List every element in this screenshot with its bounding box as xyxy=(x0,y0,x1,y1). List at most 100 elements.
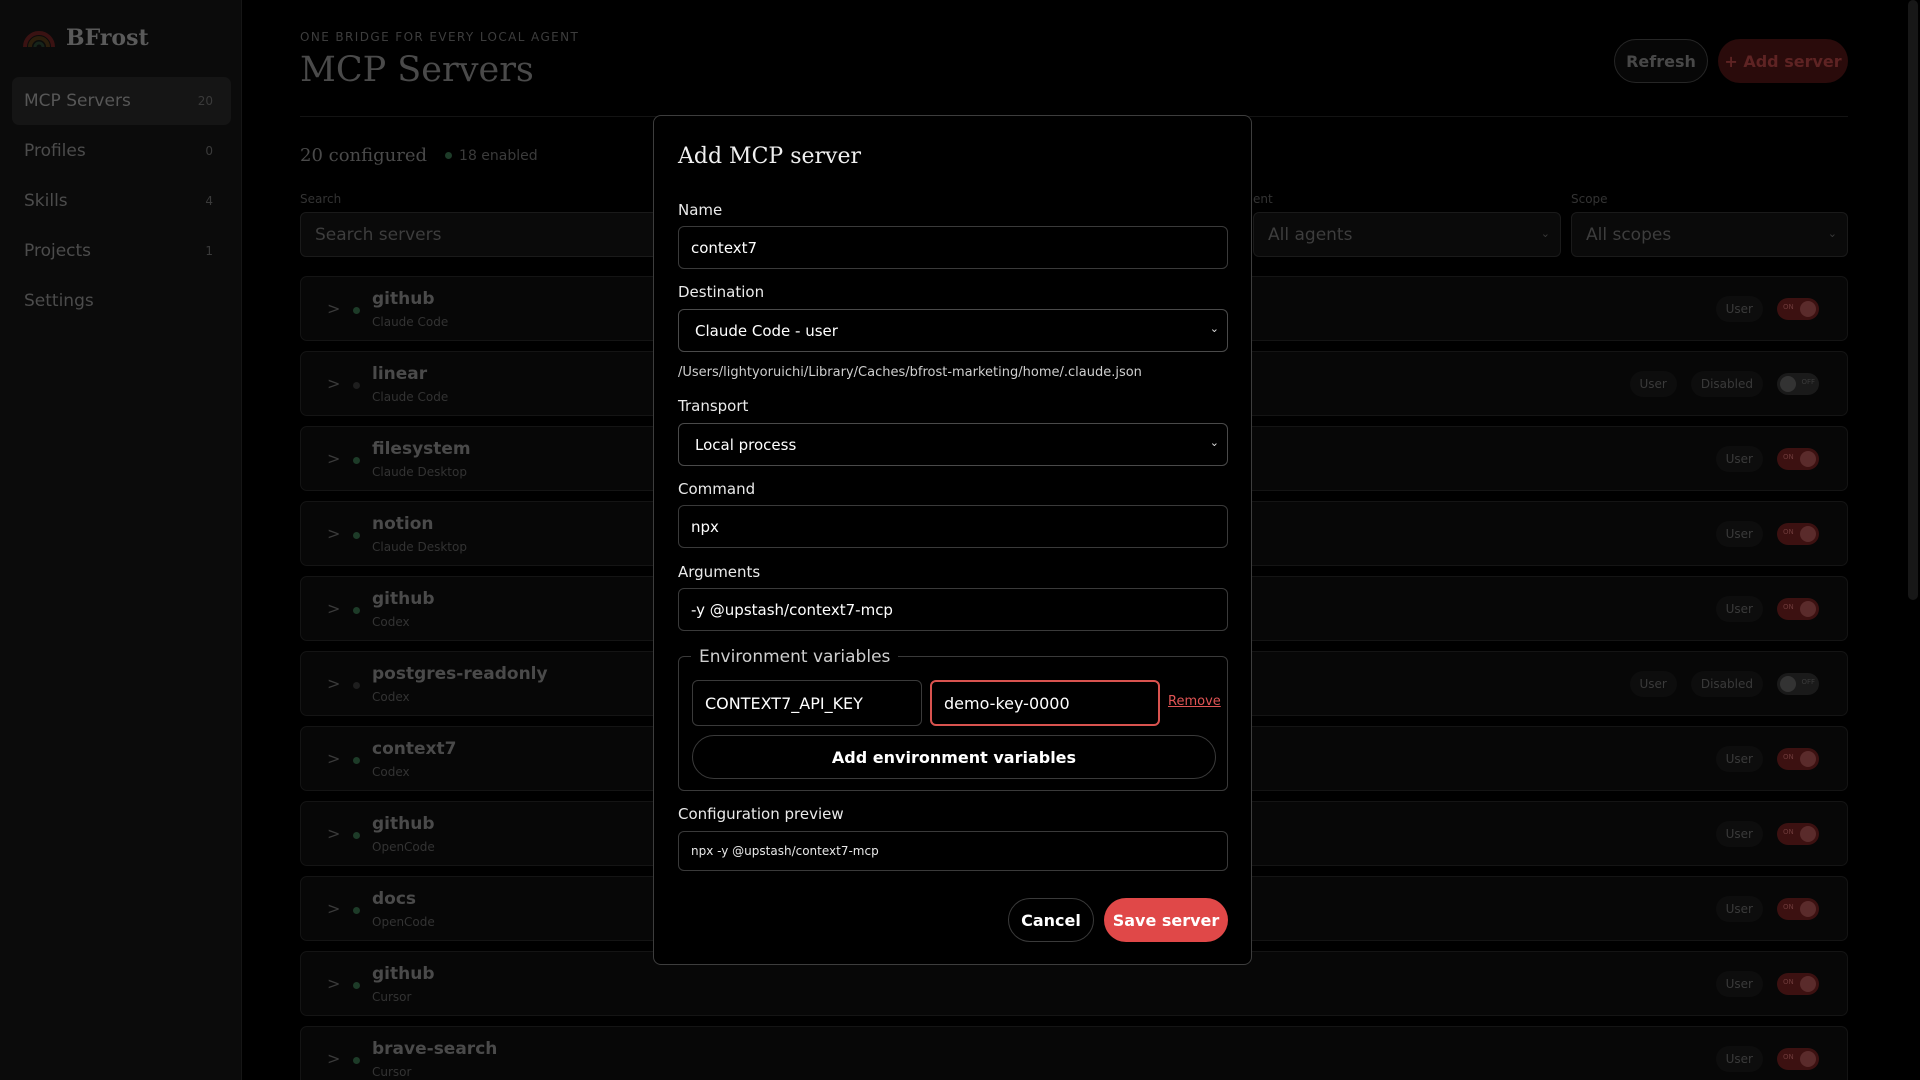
toggle-knob xyxy=(1800,301,1816,317)
server-row-controls: User ON xyxy=(1715,821,1819,847)
transport-select-value: Local process xyxy=(695,435,797,454)
status-dot-icon xyxy=(353,682,360,689)
chevron-right-icon[interactable]: > xyxy=(327,524,340,543)
chevron-right-icon[interactable]: > xyxy=(327,449,340,468)
sidebar-item-count: 4 xyxy=(205,194,213,208)
save-server-button[interactable]: Save server xyxy=(1104,898,1228,942)
enable-toggle[interactable]: ON xyxy=(1777,448,1819,470)
server-name: brave-search xyxy=(372,1039,498,1059)
status-badge: Disabled xyxy=(1690,671,1763,697)
brand[interactable]: BFrost xyxy=(22,22,149,54)
enable-toggle[interactable]: ON xyxy=(1777,523,1819,545)
summary: 20 configured 18 enabled xyxy=(300,145,538,166)
toggle-knob xyxy=(1800,826,1816,842)
page-eyebrow: ONE BRIDGE FOR EVERY LOCAL AGENT xyxy=(300,30,580,44)
server-row[interactable]: > brave-search Cursor User ON xyxy=(300,1026,1848,1080)
enable-toggle[interactable]: ON xyxy=(1777,898,1819,920)
sidebar-item-label: Settings xyxy=(24,291,94,311)
name-field[interactable]: context7 xyxy=(678,226,1228,269)
chevron-down-icon: ⌄ xyxy=(1209,436,1219,449)
server-name: context7 xyxy=(372,739,457,759)
server-row-controls: User Disabled OFF xyxy=(1629,671,1819,697)
server-agent: Claude Code xyxy=(372,390,449,404)
enable-toggle[interactable]: ON xyxy=(1777,748,1819,770)
scope-select[interactable]: All scopes ⌄ xyxy=(1571,212,1848,257)
toggle-label: ON xyxy=(1783,603,1794,611)
server-row-controls: User ON xyxy=(1715,896,1819,922)
enable-toggle[interactable]: OFF xyxy=(1777,673,1819,695)
toggle-knob xyxy=(1780,376,1796,392)
sidebar-nav: MCP Servers 20 Profiles 0 Skills 4 Proje… xyxy=(12,77,231,327)
status-dot-icon xyxy=(353,832,360,839)
chevron-right-icon[interactable]: > xyxy=(327,974,340,993)
toggle-knob xyxy=(1800,601,1816,617)
sidebar-item-profiles[interactable]: Profiles 0 xyxy=(12,127,231,175)
add-env-variable-button[interactable]: Add environment variables xyxy=(692,735,1216,779)
status-dot-icon xyxy=(353,1057,360,1064)
server-agent: OpenCode xyxy=(372,840,435,854)
environment-variables-legend: Environment variables xyxy=(691,647,899,667)
enable-toggle[interactable]: OFF xyxy=(1777,373,1819,395)
agent-label: ent xyxy=(1253,192,1273,206)
server-agent: Cursor xyxy=(372,990,412,1004)
chevron-right-icon[interactable]: > xyxy=(327,299,340,318)
sidebar: BFrost MCP Servers 20 Profiles 0 Skills … xyxy=(0,0,242,1080)
enable-toggle[interactable]: ON xyxy=(1777,973,1819,995)
refresh-button[interactable]: Refresh xyxy=(1614,39,1708,83)
enable-toggle[interactable]: ON xyxy=(1777,298,1819,320)
chevron-right-icon[interactable]: > xyxy=(327,599,340,618)
sidebar-item-projects[interactable]: Projects 1 xyxy=(12,227,231,275)
server-agent: Codex xyxy=(372,615,410,629)
enable-toggle[interactable]: ON xyxy=(1777,823,1819,845)
chevron-down-icon: ⌄ xyxy=(1827,227,1837,240)
server-name: filesystem xyxy=(372,439,471,459)
command-label: Command xyxy=(678,480,756,498)
server-row-controls: User ON xyxy=(1715,296,1819,322)
toggle-label: ON xyxy=(1783,453,1794,461)
env-key-field[interactable]: CONTEXT7_API_KEY xyxy=(692,680,922,726)
chevron-right-icon[interactable]: > xyxy=(327,1049,340,1068)
server-agent: Codex xyxy=(372,690,410,704)
page-title: MCP Servers xyxy=(300,50,534,90)
enable-toggle[interactable]: ON xyxy=(1777,598,1819,620)
agent-select[interactable]: All agents ⌄ xyxy=(1253,212,1561,257)
status-dot-icon xyxy=(353,982,360,989)
transport-label: Transport xyxy=(678,397,749,415)
server-row-controls: User ON xyxy=(1715,446,1819,472)
server-name: notion xyxy=(372,514,434,534)
toggle-knob xyxy=(1800,1051,1816,1067)
add-server-button[interactable]: + Add server xyxy=(1718,39,1848,83)
status-dot-icon xyxy=(353,457,360,464)
chevron-right-icon[interactable]: > xyxy=(327,824,340,843)
status-dot-icon xyxy=(353,607,360,614)
destination-select-value: Claude Code - user xyxy=(695,321,838,340)
transport-select[interactable]: Local process ⌄ xyxy=(678,423,1228,466)
toggle-label: ON xyxy=(1783,978,1794,986)
enable-toggle[interactable]: ON xyxy=(1777,1048,1819,1070)
toggle-label: ON xyxy=(1783,528,1794,536)
sidebar-item-settings[interactable]: Settings xyxy=(12,277,231,325)
search-placeholder: Search servers xyxy=(315,224,442,245)
add-server-dialog: Add MCP server Name context7 Destination… xyxy=(653,115,1252,965)
env-remove-link[interactable]: Remove xyxy=(1168,694,1221,709)
chevron-right-icon[interactable]: > xyxy=(327,899,340,918)
command-field[interactable]: npx xyxy=(678,505,1228,548)
sidebar-item-mcp-servers[interactable]: MCP Servers 20 xyxy=(12,77,231,125)
server-row-controls: User ON xyxy=(1715,746,1819,772)
toggle-knob xyxy=(1800,751,1816,767)
sidebar-item-skills[interactable]: Skills 4 xyxy=(12,177,231,225)
sidebar-item-count: 1 xyxy=(205,244,213,258)
chevron-right-icon[interactable]: > xyxy=(327,374,340,393)
chevron-right-icon[interactable]: > xyxy=(327,749,340,768)
search-input[interactable]: Search servers xyxy=(300,212,660,257)
configuration-preview: npx -y @upstash/context7-mcp xyxy=(678,831,1228,871)
server-row-controls: User ON xyxy=(1715,971,1819,997)
chevron-right-icon[interactable]: > xyxy=(327,674,340,693)
cancel-button[interactable]: Cancel xyxy=(1008,898,1094,942)
destination-select[interactable]: Claude Code - user ⌄ xyxy=(678,309,1228,352)
page-scrollbar[interactable] xyxy=(1908,0,1918,600)
arguments-field[interactable]: -y @upstash/context7-mcp xyxy=(678,588,1228,631)
enabled-count-label: 18 enabled xyxy=(459,147,538,164)
env-value-field[interactable]: demo-key-0000 xyxy=(930,680,1160,726)
server-name: github xyxy=(372,589,435,609)
